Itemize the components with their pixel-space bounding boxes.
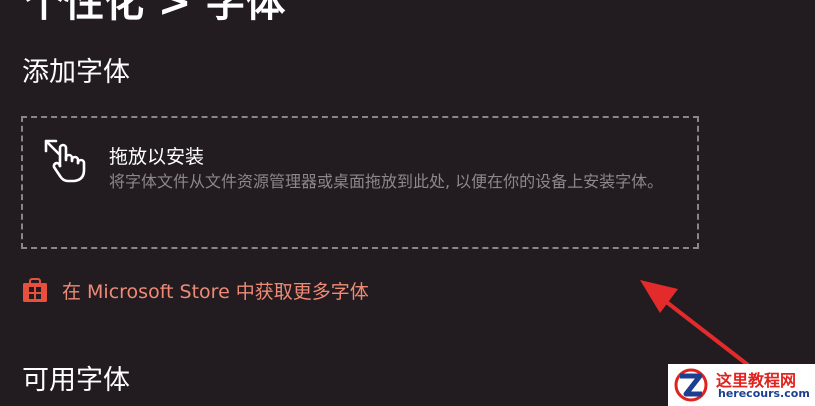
watermark-url: herecours.com xyxy=(718,387,810,400)
font-drop-zone[interactable]: 拖放以安装 将字体文件从文件资源管理器或桌面拖放到此处, 以便在你的设备上安装字… xyxy=(21,116,699,249)
microsoft-store-link[interactable]: 在 Microsoft Store 中获取更多字体 xyxy=(22,277,369,303)
drag-hand-icon xyxy=(44,139,86,183)
drop-zone-title: 拖放以安装 xyxy=(109,146,205,168)
store-bag-icon xyxy=(23,278,47,302)
store-link-label[interactable]: 在 Microsoft Store 中获取更多字体 xyxy=(62,277,369,304)
watermark-logo-icon xyxy=(674,368,708,402)
drop-zone-description: 将字体文件从文件资源管理器或桌面拖放到此处, 以便在你的设备上安装字体。 xyxy=(109,172,664,191)
add-fonts-heading: 添加字体 xyxy=(22,57,130,88)
page-title: 个性化 > 字体 xyxy=(24,0,286,26)
available-fonts-heading: 可用字体 xyxy=(22,365,130,396)
watermark: 这里教程网 herecours.com xyxy=(668,364,815,406)
annotation-arrow xyxy=(640,280,750,367)
